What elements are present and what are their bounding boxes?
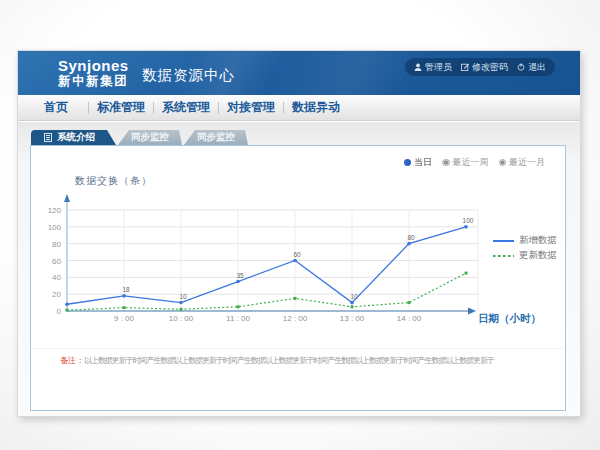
radio-label: 当日 — [414, 156, 432, 169]
nav-item-1[interactable]: 标准管理 — [89, 95, 153, 120]
svg-text:11 : 00: 11 : 00 — [226, 314, 250, 323]
svg-text:100: 100 — [48, 223, 62, 232]
document-icon — [44, 133, 52, 142]
footnote-label: 备注： — [60, 356, 84, 365]
svg-text:14 : 00: 14 : 00 — [397, 314, 422, 323]
svg-text:9 : 00: 9 : 00 — [114, 314, 135, 323]
svg-text:10 : 00: 10 : 00 — [169, 314, 194, 323]
footnote: 备注：以上数据更新于时间产生数据以上数据更新于时间产生数据以上数据更新于时间产生… — [60, 355, 494, 366]
main-nav: 首页标准管理系统管理对接管理数据异动 — [18, 95, 580, 121]
radio-1[interactable]: 最近一周 — [442, 156, 489, 169]
brand-logo-en: Synjones — [58, 57, 129, 74]
power-icon — [517, 63, 525, 71]
nav-item-3[interactable]: 对接管理 — [219, 95, 283, 120]
tab-1[interactable]: 同步监控 — [118, 130, 182, 145]
nav-item-4[interactable]: 数据异动 — [284, 95, 348, 120]
chart-legend: 新增数据更新数据 — [493, 233, 557, 263]
legend-line-sample — [493, 253, 514, 259]
radio-dot — [404, 159, 412, 167]
user-icon — [414, 63, 422, 71]
x-axis-title: 日期（小时） — [478, 312, 541, 326]
footnote-text: 以上数据更新于时间产生数据以上数据更新于时间产生数据以上数据更新于时间产生数据以… — [84, 356, 494, 365]
legend-item-1: 更新数据 — [493, 248, 557, 263]
desktop-background: Synjones 新中新集团 数据资源中心 管理员 修改密码 退出 首页标准管 — [0, 0, 600, 450]
legend-line-sample — [493, 238, 514, 244]
nav-item-0[interactable]: 首页 — [24, 95, 88, 120]
svg-text:18: 18 — [122, 286, 130, 293]
svg-text:0: 0 — [57, 307, 62, 316]
change-password-button[interactable]: 修改密码 — [461, 61, 508, 74]
brand-logo: Synjones 新中新集团 — [58, 57, 129, 89]
divider — [32, 348, 564, 349]
svg-text:60: 60 — [52, 257, 61, 266]
content-area: 系统介绍同步监控同步监控 当日最近一周最近一月 数据交换（条） 02040608… — [18, 122, 580, 416]
brand-logo-cn: 新中新集团 — [58, 74, 129, 89]
app-header: Synjones 新中新集团 数据资源中心 管理员 修改密码 退出 — [18, 51, 580, 95]
svg-text:60: 60 — [293, 251, 301, 258]
legend-label: 更新数据 — [519, 249, 557, 262]
svg-text:13 : 00: 13 : 00 — [340, 314, 365, 323]
svg-text:10: 10 — [350, 293, 358, 300]
legend-item-0: 新增数据 — [493, 233, 557, 248]
line-chart: 0 20 40 60 80 100 120 9 : 00 10 : 00 11 : 00 12 : … — [31, 184, 511, 334]
tab-0[interactable]: 系统介绍 — [31, 130, 116, 145]
current-user[interactable]: 管理员 — [414, 61, 452, 74]
app-window: Synjones 新中新集团 数据资源中心 管理员 修改密码 退出 首页标准管 — [18, 51, 580, 416]
content-panel: 当日最近一周最近一月 数据交换（条） 0204060801001209 : 00… — [30, 145, 566, 411]
svg-text:35: 35 — [236, 272, 244, 279]
logout-button[interactable]: 退出 — [517, 61, 546, 74]
radio-dot — [499, 159, 507, 167]
tab-label: 同步监控 — [131, 131, 169, 144]
tab-2[interactable]: 同步监控 — [184, 130, 248, 145]
radio-label: 最近一月 — [509, 156, 545, 169]
svg-text:80: 80 — [52, 240, 61, 249]
svg-text:40: 40 — [52, 273, 61, 282]
svg-text:80: 80 — [407, 234, 415, 241]
time-range-filter: 当日 最近一周 最近一月 — [404, 156, 546, 169]
legend-label: 新增数据 — [519, 234, 557, 247]
edit-icon — [461, 63, 469, 71]
user-toolbar: 管理员 修改密码 退出 — [405, 58, 555, 76]
svg-text:120: 120 — [48, 206, 62, 215]
tab-label: 同步监控 — [197, 131, 235, 144]
radio-2[interactable]: 最近一月 — [499, 156, 546, 169]
page-title: 数据资源中心 — [142, 66, 235, 85]
nav-item-2[interactable]: 系统管理 — [154, 95, 218, 120]
svg-text:20: 20 — [52, 290, 61, 299]
svg-text:10: 10 — [179, 293, 187, 300]
radio-0[interactable]: 当日 — [404, 156, 433, 169]
radio-label: 最近一周 — [453, 156, 489, 169]
svg-text:100: 100 — [463, 217, 474, 224]
tab-bar: 系统介绍 同步监控 同步监控 — [31, 130, 248, 145]
tab-label: 系统介绍 — [57, 131, 95, 144]
radio-dot — [442, 159, 450, 167]
svg-text:12 : 00: 12 : 00 — [283, 314, 308, 323]
